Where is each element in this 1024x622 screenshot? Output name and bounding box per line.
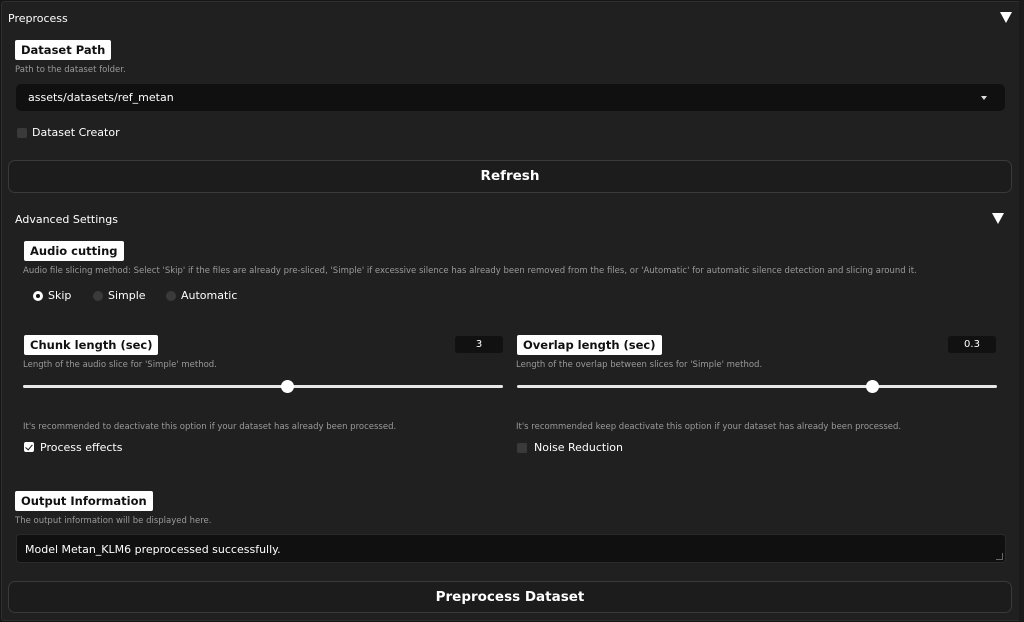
noise-reduction-checkbox[interactable] <box>517 443 527 453</box>
dataset-path-description: Path to the dataset folder. <box>15 65 126 75</box>
chunk-length-number-input[interactable]: 3 <box>455 336 503 353</box>
radio-simple[interactable] <box>93 291 103 301</box>
section-title[interactable]: Preprocess <box>8 12 68 25</box>
noise-reduction-label[interactable]: Noise Reduction <box>534 441 623 454</box>
process-effects-label[interactable]: Process effects <box>40 441 122 454</box>
dataset-path-label: Dataset Path <box>15 40 112 60</box>
overlap-length-slider-thumb[interactable] <box>865 380 879 393</box>
chunk-length-description: Length of the audio slice for 'Simple' m… <box>23 360 217 370</box>
output-information-textarea[interactable]: Model Metan_KLM6 preprocessed successful… <box>16 534 1006 563</box>
output-information-description: The output information will be displayed… <box>15 516 212 526</box>
radio-simple-label[interactable]: Simple <box>108 289 146 302</box>
resize-grip-icon[interactable] <box>996 553 1003 560</box>
collapse-advanced-icon[interactable] <box>992 213 1004 224</box>
output-information-value: Model Metan_KLM6 preprocessed successful… <box>25 543 281 556</box>
audio-cutting-description: Audio file slicing method: Select 'Skip'… <box>23 266 917 276</box>
radio-skip[interactable] <box>33 291 43 301</box>
chunk-length-slider-thumb[interactable] <box>280 380 294 393</box>
dataset-path-dropdown[interactable]: assets/datasets/ref_metan <box>16 84 1005 111</box>
preprocess-dataset-button[interactable]: Preprocess Dataset <box>8 581 1012 613</box>
preprocess-panel: Preprocess Dataset Path Path to the data… <box>1 1 1021 621</box>
radio-automatic[interactable] <box>166 291 176 301</box>
radio-automatic-label[interactable]: Automatic <box>181 289 237 302</box>
page-scrollbar[interactable] <box>1019 0 1024 622</box>
chunk-length-label: Chunk length (sec) <box>24 335 159 355</box>
collapse-preprocess-icon[interactable] <box>1000 12 1012 23</box>
radio-skip-label[interactable]: Skip <box>48 289 71 302</box>
process-effects-checkbox[interactable] <box>24 442 34 452</box>
overlap-length-number-input[interactable]: 0.3 <box>948 336 996 353</box>
noise-reduction-hint: It's recommended keep deactivate this op… <box>516 422 902 432</box>
process-effects-hint: It's recommended to deactivate this opti… <box>23 422 397 432</box>
output-information-label: Output Information <box>15 491 153 511</box>
chunk-length-slider-track[interactable] <box>23 385 503 388</box>
dataset-path-value: assets/datasets/ref_metan <box>28 91 174 104</box>
audio-cutting-label: Audio cutting <box>24 241 124 261</box>
advanced-settings-title[interactable]: Advanced Settings <box>15 213 118 226</box>
chevron-down-icon[interactable] <box>981 96 987 100</box>
dataset-creator-checkbox[interactable] <box>17 128 27 138</box>
overlap-length-label: Overlap length (sec) <box>517 335 662 355</box>
refresh-button[interactable]: Refresh <box>8 160 1012 193</box>
dataset-creator-label[interactable]: Dataset Creator <box>32 126 120 139</box>
overlap-length-slider-track[interactable] <box>517 385 997 388</box>
overlap-length-description: Length of the overlap between slices for… <box>516 360 763 370</box>
